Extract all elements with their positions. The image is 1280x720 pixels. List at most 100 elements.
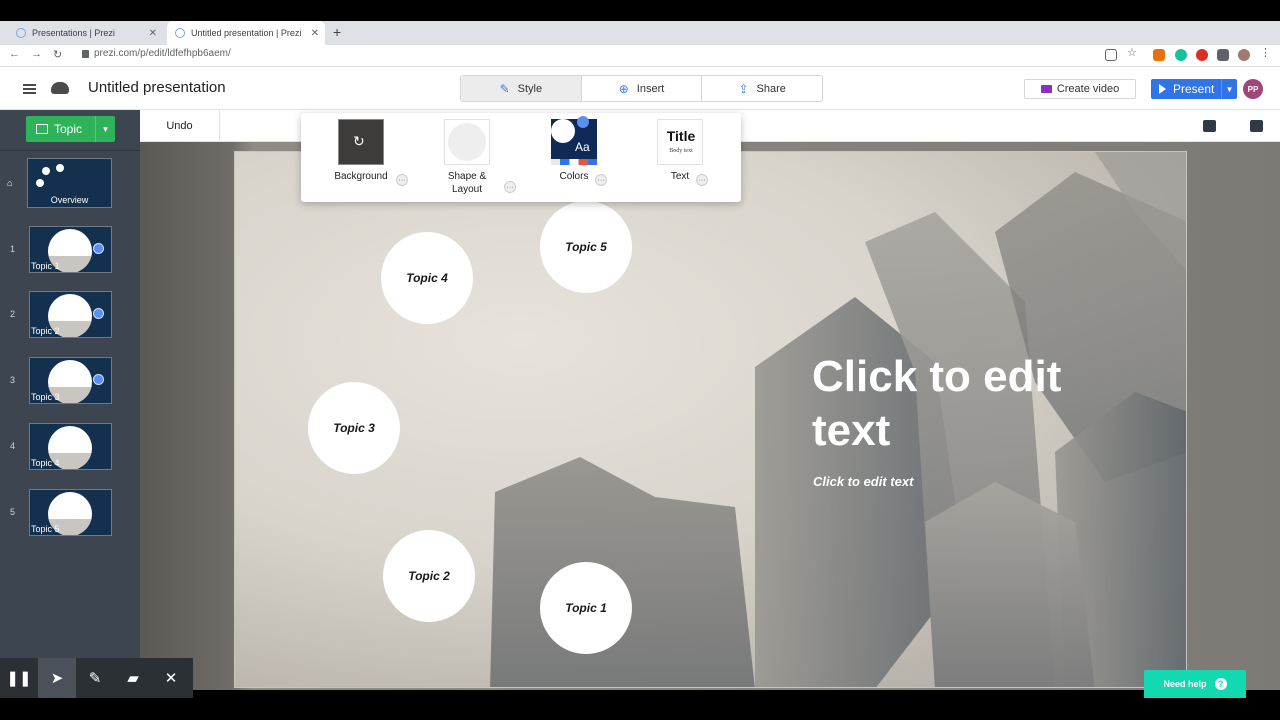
slide-thumbnail-3[interactable]: Topic 3 <box>29 357 112 404</box>
grammarly-icon[interactable] <box>1175 49 1187 61</box>
slide-number: 5 <box>10 507 16 517</box>
thumb-dot <box>56 164 64 172</box>
upload-icon: ⇪ <box>738 81 749 96</box>
topic-circle-2[interactable]: Topic 2 <box>383 530 475 622</box>
slide-number: 1 <box>10 244 16 254</box>
lock-icon <box>82 49 89 58</box>
color-palette-strip <box>551 159 597 165</box>
need-help-label: Need help <box>1163 679 1207 689</box>
shape-layout-option[interactable]: Shape & Layout ··· <box>422 119 516 199</box>
slide-thumbnail-5[interactable]: Topic 5 <box>29 489 112 536</box>
plus-circle-icon: ⊕ <box>618 81 629 96</box>
notes-icon[interactable] <box>1250 120 1263 132</box>
topic-circle-1[interactable]: Topic 1 <box>540 562 632 654</box>
highlighter-icon[interactable]: ▰ <box>114 658 152 698</box>
chevron-down-icon[interactable]: ▼ <box>95 116 115 142</box>
comment-icon[interactable] <box>1203 120 1216 132</box>
tab-share[interactable]: ⇪ Share <box>702 76 822 101</box>
tab-insert[interactable]: ⊕ Insert <box>582 76 703 101</box>
color-swatch-circle <box>551 119 575 143</box>
refresh-icon: ↻ <box>353 133 365 149</box>
text-preview-title: Title <box>666 128 696 144</box>
background-option[interactable]: ↻ Background ··· <box>316 119 408 199</box>
new-tab-button[interactable]: + <box>333 24 341 40</box>
reload-icon[interactable]: ↻ <box>53 48 62 61</box>
text-option[interactable]: Title Body text Text ··· <box>635 119 725 199</box>
screen: Presentations | Prezi ✕ Untitled present… <box>0 0 1280 720</box>
close-icon[interactable]: ✕ <box>152 658 190 698</box>
tab-label: Style <box>517 82 543 95</box>
overview-label: Overview <box>50 195 89 205</box>
pen-icon[interactable]: ✎ <box>76 658 114 698</box>
slide-thumbnail-4[interactable]: Topic 4 <box>29 423 112 470</box>
prezi-favicon-icon <box>16 28 26 38</box>
create-video-label: Create video <box>1056 83 1120 95</box>
colors-preview-text: Aa <box>575 140 590 154</box>
slide-sidebar: Topic ▼ ⌂ Overview 1 Topic 1 2 Topic 2 3… <box>0 110 140 660</box>
pointer-icon[interactable]: ➤ <box>38 658 76 698</box>
url-text: prezi.com/p/edit/ldfefhpb6aem/ <box>94 48 231 59</box>
extension-icon[interactable] <box>1196 49 1208 61</box>
thumb-dot <box>36 179 44 187</box>
more-options-icon[interactable]: ··· <box>396 174 408 186</box>
undo-button[interactable]: Undo <box>140 110 220 142</box>
drawing-toolbar: ❚❚ ➤ ✎ ▰ ✕ <box>0 658 193 698</box>
slide-number: 3 <box>10 375 16 385</box>
circle-shape-icon <box>448 123 486 161</box>
background-label: Background <box>334 171 388 182</box>
tab-close-icon[interactable]: ✕ <box>149 28 157 39</box>
forward-icon[interactable]: → <box>31 48 42 60</box>
topic-circle-5[interactable]: Topic 5 <box>540 201 632 293</box>
address-bar: ← → ↻ prezi.com/p/edit/ldfefhpb6aem/ ☆ ⋮ <box>0 45 1280 67</box>
slide-label: Topic 4 <box>31 458 60 468</box>
avatar[interactable]: PP <box>1243 79 1263 99</box>
slide-label: Topic 2 <box>31 326 60 336</box>
slide-thumbnail-2[interactable]: Topic 2 <box>29 291 112 338</box>
present-button[interactable]: Present ▼ <box>1151 79 1237 99</box>
pause-icon[interactable]: ❚❚ <box>0 658 38 698</box>
text-label: Text <box>670 171 690 182</box>
tab-style[interactable]: ✎ Style <box>461 76 582 101</box>
topic-circle-4[interactable]: Topic 4 <box>381 232 473 324</box>
slide-frame[interactable]: Topic 1 Topic 2 Topic 3 Topic 4 Topic 5 … <box>234 151 1187 688</box>
video-camera-icon <box>1040 85 1052 93</box>
chevron-down-icon[interactable]: ▼ <box>1221 79 1237 99</box>
hamburger-menu-icon[interactable] <box>23 84 36 94</box>
path-badge-icon <box>93 308 104 319</box>
more-options-icon[interactable]: ··· <box>504 181 516 193</box>
puzzle-icon[interactable] <box>1217 49 1229 61</box>
slide-number: 4 <box>10 441 16 451</box>
browser-tab-untitled[interactable]: Untitled presentation | Prezi ✕ <box>167 21 325 45</box>
slide-label: Topic 3 <box>31 392 60 402</box>
colors-option[interactable]: Aa Colors ··· <box>529 116 619 199</box>
presentation-canvas[interactable]: Topic 1 Topic 2 Topic 3 Topic 4 Topic 5 … <box>140 142 1280 690</box>
kebab-menu-icon[interactable]: ⋮ <box>1260 46 1272 59</box>
url-field[interactable]: prezi.com/p/edit/ldfefhpb6aem/ <box>82 48 231 59</box>
title-text[interactable]: Click to edit text <box>812 350 1072 458</box>
browser-tab-label: Untitled presentation | Prezi <box>191 28 302 38</box>
tab-close-icon[interactable]: ✕ <box>311 28 319 39</box>
path-badge-icon <box>93 374 104 385</box>
create-video-button[interactable]: Create video <box>1024 79 1136 99</box>
browser-tab-presentations[interactable]: Presentations | Prezi ✕ <box>8 21 163 45</box>
profile-icon[interactable] <box>1238 49 1250 61</box>
extension-icon[interactable] <box>1153 49 1165 61</box>
presentation-title[interactable]: Untitled presentation <box>88 79 226 96</box>
topic-circle-3[interactable]: Topic 3 <box>308 382 400 474</box>
style-popover: ↻ Background ··· Shape & Layout ··· Aa C… <box>301 113 741 202</box>
more-options-icon[interactable]: ··· <box>595 174 607 186</box>
present-label: Present <box>1173 82 1215 96</box>
bookmark-star-icon[interactable]: ☆ <box>1127 46 1139 59</box>
overview-thumbnail[interactable]: Overview <box>27 158 112 208</box>
subtitle-text[interactable]: Click to edit text <box>813 474 913 489</box>
add-topic-icon <box>36 124 48 134</box>
slide-thumbnail-1[interactable]: Topic 1 <box>29 226 112 273</box>
more-options-icon[interactable]: ··· <box>696 174 708 186</box>
add-topic-button[interactable]: Topic ▼ <box>26 116 115 142</box>
play-icon <box>1159 84 1166 94</box>
need-help-button[interactable]: Need help ? <box>1144 670 1246 698</box>
editor-mode-tabs: ✎ Style ⊕ Insert ⇪ Share <box>460 75 823 102</box>
cast-icon[interactable] <box>1105 49 1117 61</box>
text-preview: Title Body text <box>657 119 703 165</box>
back-icon[interactable]: ← <box>9 48 20 60</box>
